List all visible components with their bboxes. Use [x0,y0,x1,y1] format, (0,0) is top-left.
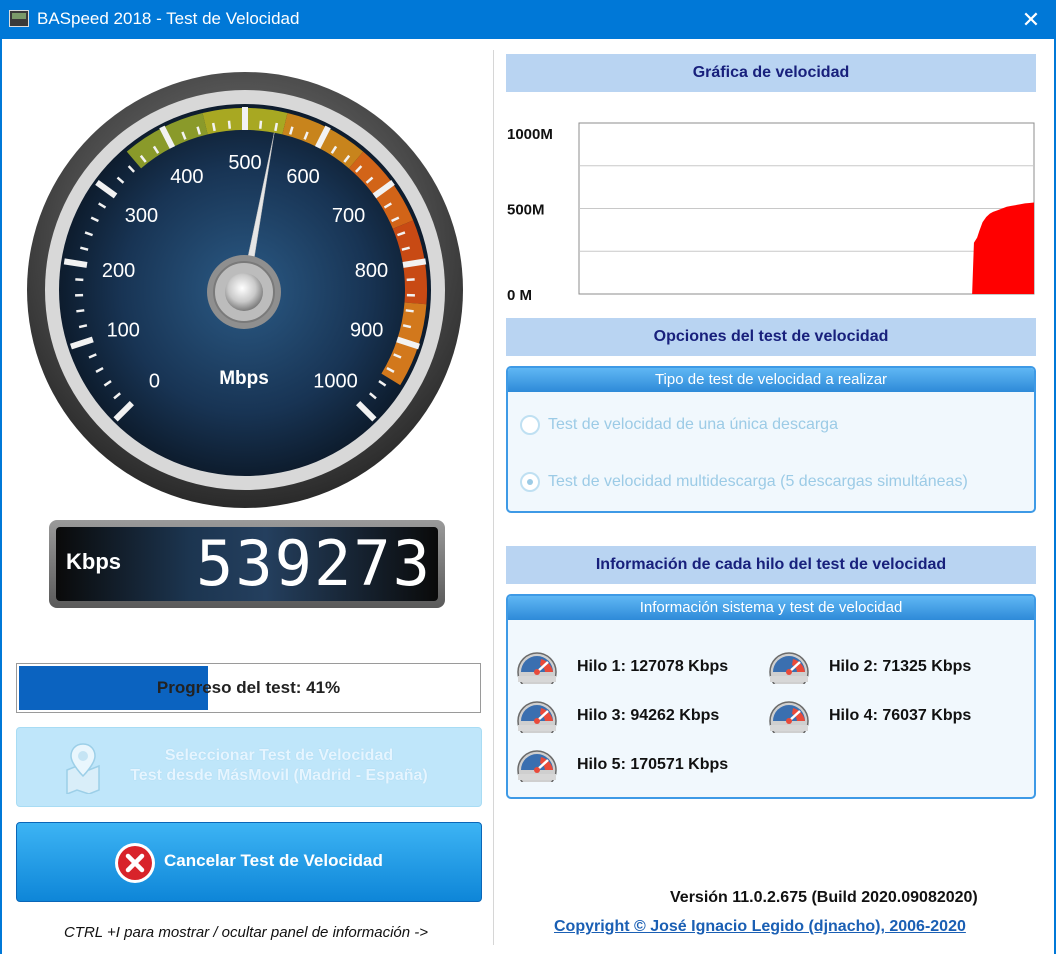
gauge-minor-tick [259,120,263,129]
gauge-major-tick [402,258,427,268]
speedometer-icon [769,652,809,684]
cancel-test-button[interactable]: Cancelar Test de Velocidad [16,822,482,902]
app-icon [9,10,29,27]
window-border-left [0,39,2,954]
radio-single-download-label: Test de velocidad de una única descarga [548,416,838,433]
gauge-minor-tick [75,278,84,282]
thread-3-info: Hilo 3: 94262 Kbps [515,699,719,733]
gauge-minor-tick [227,120,231,129]
speedometer-icon [517,652,557,684]
gauge-tick-label: 200 [102,260,135,282]
thread-5-label: Hilo 5: 170571 Kbps [577,756,729,773]
gauge-tick-label: 400 [170,166,203,188]
gauge-major-tick [63,258,88,268]
radio-single-download[interactable]: Test de velocidad de una única descarga [520,412,838,438]
gauge-tick-label: 1000 [313,371,358,393]
test-progress-bar: Progreso del test: 41% [16,663,481,713]
gauge-minor-tick [406,278,415,282]
thread-4-label: Hilo 4: 76037 Kbps [829,707,972,724]
gauge-tick-label: 900 [350,320,383,342]
speed-chart: 1000M 500M 0 M [507,122,1035,300]
version-text: Versión 11.0.2.675 (Build 2020.09082020) [670,889,978,906]
radio-button[interactable] [520,415,540,435]
select-button-line1: Seleccionar Test de Velocidad [164,747,394,764]
thread-1-info: Hilo 1: 127078 Kbps [515,650,728,684]
gauge-tick-label: 0 [149,371,160,393]
radio-multi-download-label: Test de velocidad multidescarga (5 desca… [548,473,968,490]
gauge-minor-tick [211,122,216,132]
display-unit: Kbps [66,549,121,574]
thread-3-label: Hilo 3: 94262 Kbps [577,707,720,724]
gauge-minor-tick [76,309,85,313]
radio-button-checked[interactable] [520,472,540,492]
speedometer-icon [517,701,557,733]
panel-divider [493,50,494,945]
test-type-panel-title: Tipo de test de velocidad a realizar [508,368,1034,392]
gauge-unit-label: Mbps [219,368,269,389]
options-header: Opciones del test de velocidad [506,318,1036,356]
thread-info-panel-title: Información sistema y test de velocidad [508,596,1034,620]
gauge-tick-label: 700 [332,205,365,227]
gauge-tick-label: 600 [286,166,319,188]
thread-2-label: Hilo 2: 71325 Kbps [829,658,972,675]
gauge-tick-label: 300 [125,205,158,227]
speedometer-icon [769,701,809,733]
cancel-icon [115,843,155,883]
gauge-minor-tick [402,324,412,329]
speed-display: Kbps 539273 [49,520,445,608]
test-type-panel: Tipo de test de velocidad a realizar Tes… [506,366,1036,513]
gauge-hub [207,255,281,329]
chart-y-tick-label: 0 M [507,287,532,300]
progress-label: Progreso del test: 41% [156,678,341,697]
chart-y-axis-labels: 1000M 500M 0 M [507,126,553,300]
gauge-minor-tick [78,324,88,329]
speedometer-icon [517,750,557,782]
display-value: 539273 [196,527,432,600]
thread-info-header: Información de cada hilo del test de vel… [506,546,1036,584]
gauge-tick-label: 100 [107,320,140,342]
window-title: BASpeed 2018 - Test de Velocidad [37,9,300,28]
speed-chart-header: Gráfica de velocidad [506,54,1036,92]
radio-multi-download[interactable]: Test de velocidad multidescarga (5 desca… [520,469,968,495]
gauge-tick-label: 800 [355,260,388,282]
gauge-tick-label: 500 [228,152,261,174]
select-button-line2: Test desde MásMovil (Madrid - España) [130,767,428,784]
thread-5-info: Hilo 5: 170571 Kbps [515,748,728,782]
title-bar: BASpeed 2018 - Test de Velocidad ✕ [0,0,1056,39]
thread-1-label: Hilo 1: 127078 Kbps [577,658,729,675]
cancel-button-label: Cancelar Test de Velocidad [164,851,383,870]
copyright-link[interactable]: Copyright © José Ignacio Legido (djnacho… [554,918,966,936]
keyboard-hint: CTRL +I para mostrar / ocultar panel de … [63,924,429,941]
select-test-server-button[interactable]: Seleccionar Test de Velocidad Test desde… [16,727,482,807]
gauge-minor-tick [274,122,279,132]
thread-4-info: Hilo 4: 76037 Kbps [767,699,971,733]
chart-y-tick-label: 1000M [507,126,553,143]
speedometer-gauge: 0 100 200 300 400 500 600 700 800 900 1000 Mbps [27,72,463,508]
chart-y-tick-label: 500M [507,202,545,219]
thread-2-info: Hilo 2: 71325 Kbps [767,650,971,684]
close-button[interactable]: ✕ [1006,0,1056,39]
gauge-minor-tick [405,309,414,313]
